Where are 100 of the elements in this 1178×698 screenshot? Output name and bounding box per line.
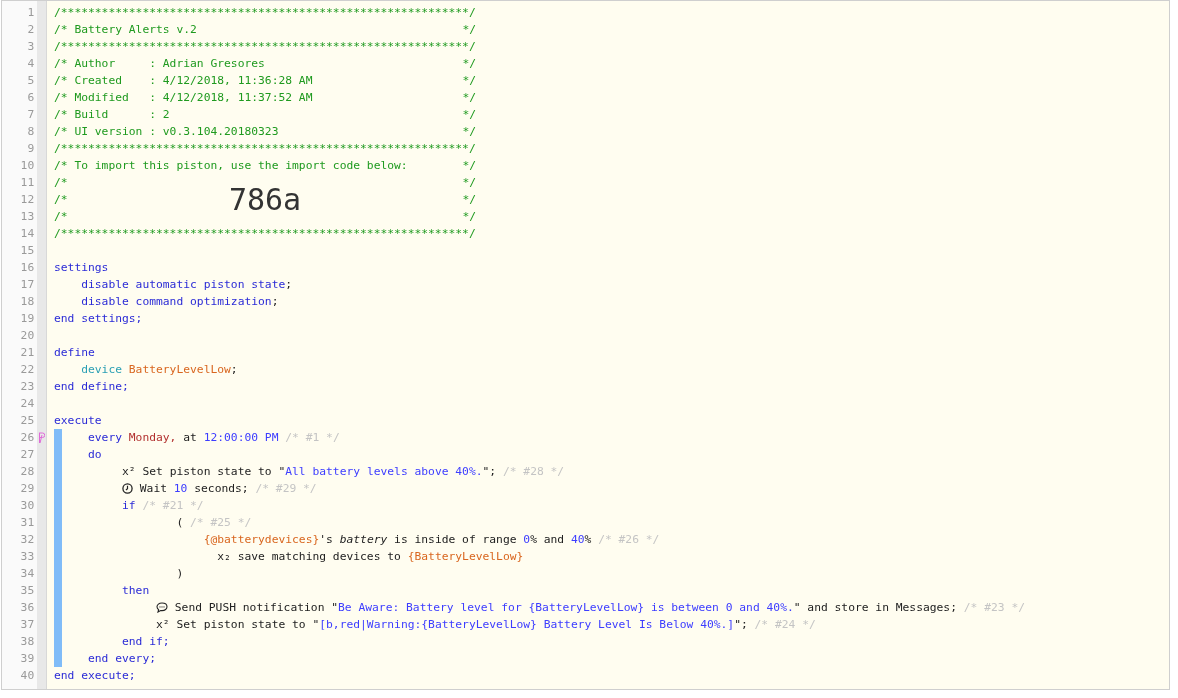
type-keyword: device: [80, 362, 122, 378]
code-text: x²: [155, 617, 170, 633]
line-number: 20: [19, 328, 36, 344]
keyword-text: end settings;: [54, 311, 143, 327]
comment-text: /************************************************************/: [54, 39, 476, 55]
variable-name: BatteryLevelLow: [127, 362, 231, 378]
line-number: 35: [19, 583, 36, 599]
keyword-text: end if;: [121, 634, 170, 650]
line-number: 16: [19, 260, 36, 276]
code-text: is inside of range: [393, 532, 518, 548]
code-text: ";: [734, 617, 749, 633]
comment-text: /* Author : Adrian Gresores: [54, 56, 265, 72]
attribute-name: battery: [339, 532, 388, 548]
line-number: 27: [19, 447, 36, 463]
line-number: 29: [19, 481, 36, 497]
code-text: ;: [271, 294, 279, 310]
code-text: Send PUSH notification ": [173, 600, 339, 616]
code-text: (: [175, 515, 184, 531]
comment-text: */: [462, 22, 476, 38]
comment-text: */: [462, 209, 476, 225]
line-number: 40: [19, 668, 36, 684]
statement-id-comment: /* #25 */: [189, 515, 252, 531]
line-number: 28: [19, 464, 36, 480]
code-text: Set piston state to ": [175, 617, 320, 633]
line-number: 36: [19, 600, 36, 616]
line-number: 38: [19, 634, 36, 650]
keyword-text: define: [54, 345, 95, 361]
comment-text: */: [462, 56, 476, 72]
number-literal: 10: [173, 481, 188, 497]
line-number: 24: [19, 396, 36, 412]
keyword-text: disable command optimization: [80, 294, 272, 310]
line-number: 7: [26, 107, 36, 123]
keyword-text: execute: [54, 413, 102, 429]
comment-text: /* Build : 2: [54, 107, 170, 123]
variable-name: {@batterydevices}: [202, 532, 320, 548]
line-number: 34: [19, 566, 36, 582]
line-number: 25: [19, 413, 36, 429]
line-number: 4: [26, 56, 36, 72]
code-text: x²: [121, 464, 136, 480]
statement-id-comment: /* #28 */: [502, 464, 565, 480]
code-text: ;: [230, 362, 238, 378]
string-literal: Be Aware: Battery level for {BatteryLevelLow} is between 0 and 40%.: [338, 600, 794, 616]
code-text: Set piston state to ": [141, 464, 286, 480]
line-number: 11: [19, 175, 36, 191]
code-text: Wait: [138, 481, 168, 497]
keyword-text: then: [121, 583, 150, 599]
comment-text: */: [462, 124, 476, 140]
comment-text: */: [462, 107, 476, 123]
keyword-text: end define;: [54, 379, 129, 395]
keyword-text: do: [87, 447, 102, 463]
code-text: ): [175, 566, 184, 582]
variable-name: {BatteryLevelLow}: [407, 549, 524, 565]
keyword-text: if: [121, 498, 136, 514]
line-number: 33: [19, 549, 36, 565]
code-text: " and store in Messages;: [793, 600, 958, 616]
speech-bubble-icon: [156, 602, 168, 613]
comment-text: /*: [54, 209, 68, 225]
clock-icon: [122, 483, 133, 494]
day-value: Monday,: [127, 430, 177, 446]
comment-text: */: [462, 73, 476, 89]
number-literal: 12:00:00 PM: [203, 430, 279, 446]
line-number: 23: [19, 379, 36, 395]
line-number: 5: [26, 73, 36, 89]
line-number: 31: [19, 515, 36, 531]
line-number: 32: [19, 532, 36, 548]
comment-text: /*: [54, 192, 68, 208]
line-number: 10: [19, 158, 36, 174]
keyword-text: disable automatic piston state: [80, 277, 286, 293]
line-number: 2: [26, 22, 36, 38]
keyword-text: end execute;: [54, 668, 136, 684]
statement-id-comment: /* #21 */: [141, 498, 204, 514]
line-number: 15: [19, 243, 36, 259]
line-number: 6: [26, 90, 36, 106]
code-text: at: [182, 430, 198, 446]
string-literal: All battery levels above 40%.: [285, 464, 483, 480]
line-number: 17: [19, 277, 36, 293]
comment-text: /* Battery Alerts v.2: [54, 22, 197, 38]
number-literal: 0: [523, 532, 531, 548]
statement-id-comment: /* #26 */: [598, 532, 660, 548]
line-number: 8: [26, 124, 36, 140]
code-text: 's: [319, 532, 334, 548]
comment-text: /* Created : 4/12/2018, 11:36:28 AM: [54, 73, 313, 89]
line-number: 22: [19, 362, 36, 378]
code-text: seconds;: [193, 481, 250, 497]
keyword-text: settings: [54, 260, 109, 276]
code-text: ";: [482, 464, 498, 480]
comment-text: */: [462, 158, 476, 174]
line-number: 37: [19, 617, 36, 633]
comment-text: /* UI version : v0.3.104.20180323: [54, 124, 279, 140]
number-literal: 40: [570, 532, 585, 548]
comment-text: */: [462, 192, 476, 208]
comment-text: */: [462, 90, 476, 106]
line-number: 13: [19, 209, 36, 225]
statement-id-comment: /* #24 */: [754, 617, 816, 633]
comment-text: /*: [54, 175, 68, 191]
line-number: 30: [19, 498, 36, 514]
line-number: 3: [26, 39, 36, 55]
line-number: 9: [26, 141, 36, 157]
comment-text: /************************************************************/: [54, 5, 476, 21]
line-number: 14: [19, 226, 36, 242]
